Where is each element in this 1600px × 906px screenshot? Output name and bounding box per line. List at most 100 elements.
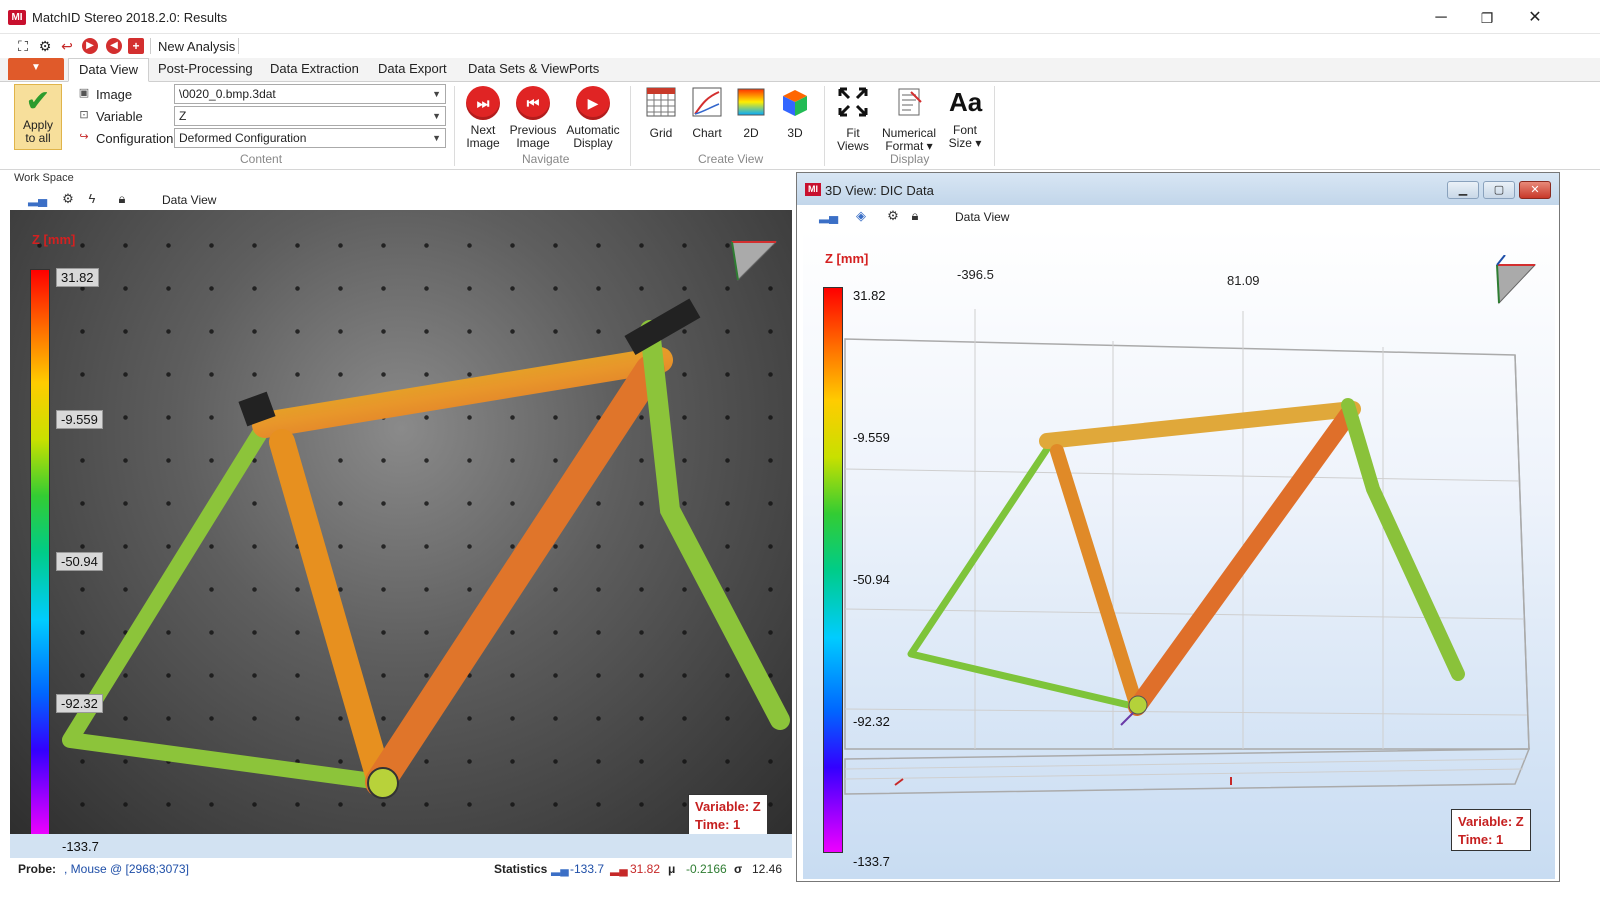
minimize-button[interactable]: ─ — [1418, 6, 1464, 32]
window-3d-maximize-button[interactable]: ▢ — [1483, 181, 1515, 199]
window-3d-view: MI 3D View: DIC Data ▁ ▢ ✕ ▂▄ ◈ ⚙ 🔒︎ Dat… — [796, 172, 1560, 882]
group-label-content: Content — [240, 152, 283, 166]
variable-info-label: Variable: Z — [1458, 814, 1524, 829]
gear-icon[interactable]: ⚙ — [36, 37, 54, 55]
tab-data-export[interactable]: Data Export — [368, 58, 457, 82]
view-3d-icon — [783, 90, 807, 116]
group-separator — [630, 86, 631, 166]
view-2d-button[interactable]: 2D — [728, 86, 774, 140]
add-red-icon[interactable]: + — [128, 38, 144, 54]
colorbar-tick-4: -92.32 — [853, 714, 890, 729]
automatic-display-button[interactable]: ▶ Automatic Display — [562, 86, 624, 150]
tab-data-extraction[interactable]: Data Extraction — [260, 58, 369, 82]
image-select[interactable]: \0020_0.bmp.3dat ▼ — [174, 84, 446, 104]
quickbar-separator-2 — [238, 38, 239, 54]
chart-type-icon[interactable]: ▂▄ — [28, 191, 47, 207]
lightning-icon[interactable]: ϟ — [84, 191, 100, 207]
group-separator — [994, 86, 995, 166]
font-size-label-2: Size ▾ — [948, 136, 982, 150]
probe-label: Probe: — [18, 862, 57, 876]
tab-data-view[interactable]: Data View — [68, 58, 150, 82]
gear-icon[interactable]: ⚙ — [885, 208, 901, 224]
colorbar-tick-4: -92.32 — [56, 694, 103, 713]
workspace-label: Work Space — [14, 172, 74, 184]
left-view-bottom-strip: -133.7 — [10, 834, 792, 858]
undo-icon[interactable]: ↩ — [58, 37, 76, 55]
statistics-label: Statistics — [494, 862, 548, 876]
previous-image-icon: ⏮ — [516, 86, 550, 120]
variable-label: Variable — [96, 109, 143, 124]
variable-info-box: Variable: Z Time: 1 — [1451, 809, 1531, 851]
tab-post-processing[interactable]: Post-Processing — [148, 58, 263, 82]
stat-mean: -0.2166 — [686, 862, 727, 876]
image-label: Image — [96, 87, 133, 102]
colorbar — [30, 269, 50, 834]
automatic-display-label-2: Display — [573, 136, 613, 150]
gear-icon[interactable]: ⚙ — [60, 191, 76, 207]
chart-button[interactable]: Chart — [684, 86, 730, 140]
next-image-icon: ⏭ — [466, 86, 500, 120]
window-3d-logo-icon: MI — [805, 183, 821, 196]
group-label-create-view: Create View — [698, 152, 764, 166]
window-3d-titlebar[interactable]: MI 3D View: DIC Data ▁ ▢ ✕ — [797, 173, 1559, 205]
left-view-title: Data View — [162, 193, 217, 207]
colorbar-tick-5: -133.7 — [62, 839, 99, 854]
min-icon: ▂▄ — [551, 862, 569, 876]
close-button[interactable]: ✕ — [1512, 6, 1558, 32]
previous-image-label-2: Image — [516, 136, 550, 150]
group-separator — [824, 86, 825, 166]
checkmark-icon: ✔ — [25, 85, 51, 118]
window-3d-close-button[interactable]: ✕ — [1519, 181, 1551, 199]
tab-data-sets-viewports[interactable]: Data Sets & ViewPorts — [458, 58, 609, 82]
app-logo-icon: MI — [8, 10, 26, 25]
configuration-icon: ↪ — [79, 131, 89, 143]
grid-button[interactable]: Grid — [638, 86, 684, 140]
variable-icon: ⊡ — [79, 109, 89, 121]
view-2d-label: 2D — [743, 126, 759, 140]
ribbon-tabs: ▼ Data View Post-Processing Data Extract… — [0, 58, 1600, 82]
group-label-display: Display — [890, 152, 930, 166]
configuration-select[interactable]: Deformed Configuration ▼ — [174, 128, 446, 148]
fit-views-icon — [838, 87, 868, 117]
quick-access-toolbar: ⛶ ⚙ ↩ ▶ ◀ + New Analysis — [0, 34, 1600, 58]
axis-label-1: -396.5 — [957, 267, 994, 282]
dropdown-arrow-icon: ▼ — [432, 111, 441, 121]
group-label-navigate: Navigate — [522, 152, 570, 166]
chart-type-icon[interactable]: ▂▄ — [819, 208, 838, 224]
next-red-icon[interactable]: ▶ — [82, 38, 98, 54]
time-info-label: Time: 1 — [1458, 832, 1504, 847]
variable-info-box: Variable: Z Time: 1 — [688, 794, 768, 834]
previous-red-icon[interactable]: ◀ — [106, 38, 122, 54]
variable-select[interactable]: Z ▼ — [174, 106, 446, 126]
lock-icon[interactable]: 🔒︎ — [114, 191, 130, 207]
time-info-label: Time: 1 — [695, 817, 741, 832]
new-analysis-button[interactable]: New Analysis — [158, 39, 235, 54]
font-size-button[interactable]: Aa Font Size ▾ — [942, 86, 988, 150]
window-3d-minimize-button[interactable]: ▁ — [1447, 181, 1479, 199]
colorbar-tick-5: -133.7 — [853, 854, 890, 869]
fit-icon[interactable]: ⛶ — [14, 37, 32, 55]
restore-button[interactable]: ❐ — [1464, 6, 1510, 32]
image-select-value: \0020_0.bmp.3dat — [179, 87, 276, 101]
left-2d-view[interactable]: Z [mm] 31.82 -9.559 -50.94 -92.32 Variab… — [10, 210, 792, 834]
status-bar: Probe: , Mouse @ [2968;3073] Statistics … — [10, 858, 792, 880]
numerical-format-button[interactable]: Numerical Format ▾ — [880, 86, 938, 153]
stat-min: -133.7 — [570, 862, 605, 876]
dropdown-arrow-icon: ▼ — [432, 89, 441, 99]
image-icon: ▣ — [78, 87, 90, 99]
previous-image-button[interactable]: ⏮ Previous Image — [502, 86, 564, 150]
axes-triad-icon — [1496, 255, 1537, 305]
colorbar-tick-2: -9.559 — [853, 430, 890, 445]
fit-views-button[interactable]: Fit Views — [830, 86, 876, 153]
left-view-toolbar: ▂▄ ⚙ ϟ 🔒︎ Data View — [10, 188, 792, 210]
apply-to-all-button[interactable]: ✔ Apply to all — [14, 84, 62, 150]
lock-icon[interactable]: 🔒︎ — [907, 208, 923, 224]
cube-icon[interactable]: ◈ — [853, 208, 869, 224]
view-3d-button[interactable]: 3D — [772, 86, 818, 140]
bike-frame-overlay — [62, 298, 790, 799]
probe-value: , Mouse @ [2968;3073] — [64, 862, 189, 876]
colorbar-title: Z [mm] — [825, 251, 869, 266]
right-3d-view[interactable]: Z [mm] -396.5 81.09 31.82 -9.559 -50.94 … — [803, 229, 1555, 879]
font-size-icon: Aa — [949, 87, 983, 117]
file-menu-button[interactable]: ▼ — [8, 58, 64, 80]
